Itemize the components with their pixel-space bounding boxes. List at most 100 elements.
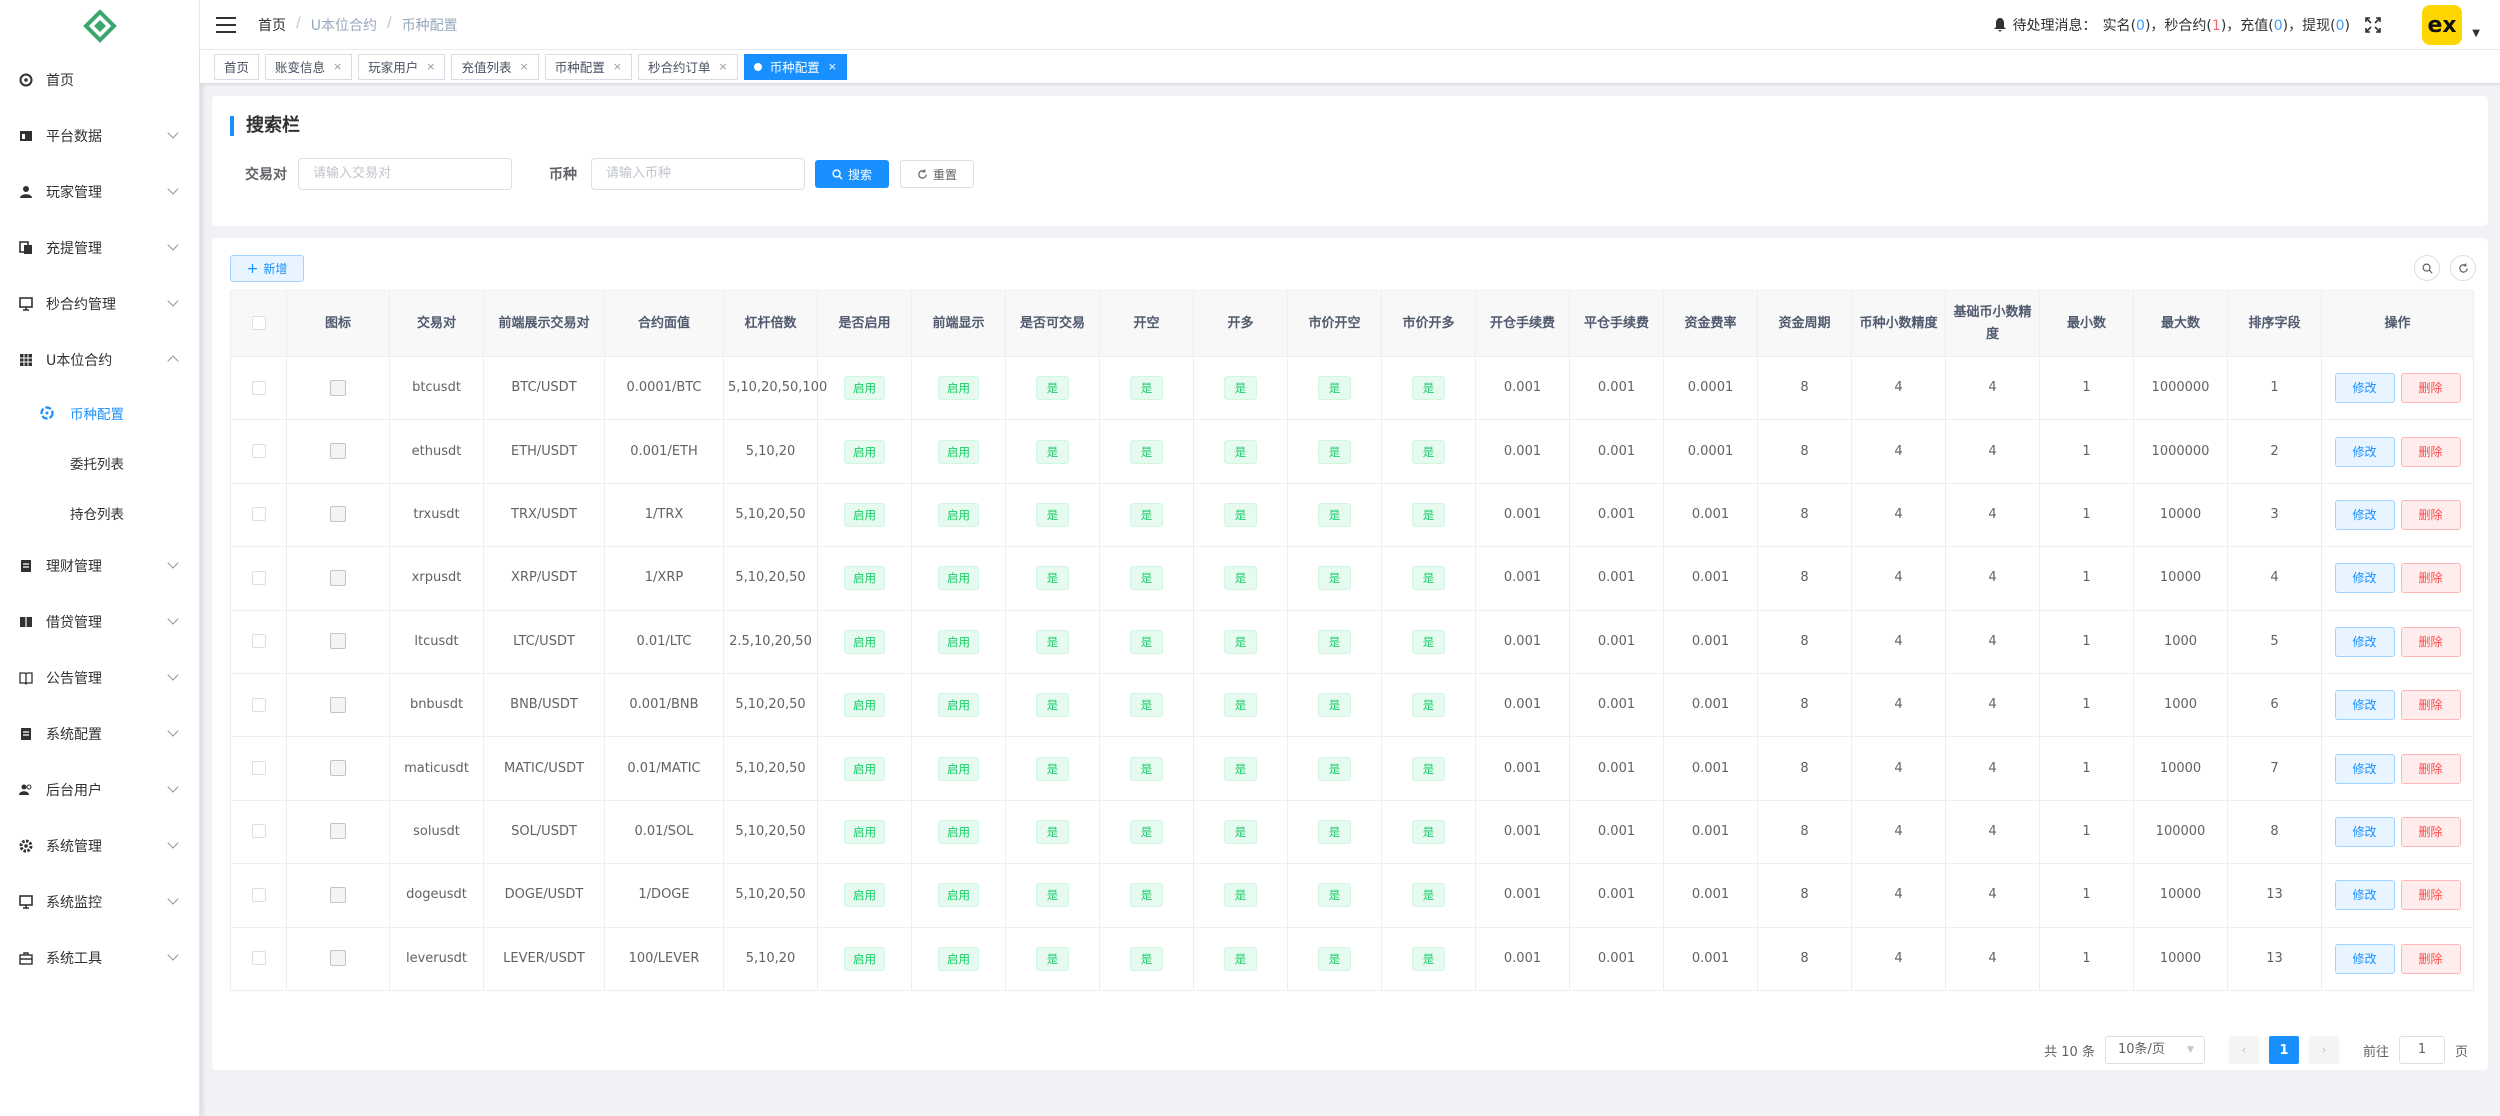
row-select-cell[interactable] [230,926,287,991]
row-select-cell[interactable] [230,799,287,865]
submenu-item-0[interactable]: 币种配置 [0,388,199,438]
pending-notice[interactable]: 待处理消息： 实名(0)，秒合约(1)，充值(0)，提现(0) [1993,15,2382,35]
edit-button[interactable]: 修改 [2334,436,2395,467]
close-icon[interactable]: × [333,60,342,73]
row-checkbox[interactable] [251,761,266,776]
notice-item-3[interactable]: 提现(0) [2302,18,2350,34]
row-select-cell[interactable] [230,609,287,674]
edit-button[interactable]: 修改 [2334,499,2395,530]
row-checkbox[interactable] [251,444,266,459]
row-checkbox[interactable] [251,634,266,649]
row-checkbox[interactable] [251,951,266,966]
caret-down-icon[interactable]: ▼ [2472,28,2480,39]
sidebar-item-10[interactable]: 后台用户 [0,762,199,818]
sidebar-item-7[interactable]: 借贷管理 [0,594,199,650]
delete-button[interactable]: 删除 [2400,880,2461,911]
notice-item-1[interactable]: 秒合约(1)， [2164,18,2240,34]
refresh-table-button[interactable] [2450,255,2476,281]
sidebar-item-0[interactable]: 首页 [0,52,199,108]
edit-button[interactable]: 修改 [2334,563,2395,594]
delete-button[interactable]: 删除 [2400,626,2461,657]
reset-button[interactable]: 重置 [900,160,974,188]
tab-0[interactable]: 首页 [214,53,260,80]
pair-search-input[interactable]: 请输入交易对 [298,158,512,190]
row-checkbox[interactable] [251,697,266,712]
delete-button[interactable]: 删除 [2400,563,2461,594]
tab-2[interactable]: 玩家用户 × [358,53,446,80]
close-icon[interactable]: × [718,60,727,73]
avatar[interactable]: ex [2422,5,2462,45]
edit-button[interactable]: 修改 [2334,880,2395,911]
row-checkbox[interactable] [251,507,266,522]
prev-page-button[interactable]: ‹ [2228,1036,2259,1064]
sidebar-item-4[interactable]: 秒合约管理 [0,276,199,332]
close-icon[interactable]: × [426,60,435,73]
delete-button[interactable]: 删除 [2400,373,2461,404]
row-checkbox[interactable] [251,824,266,839]
tab-5[interactable]: 秒合约订单 × [637,53,738,80]
delete-button[interactable]: 删除 [2400,690,2461,721]
sidebar-item-2[interactable]: 玩家管理 [0,164,199,220]
cell-face: 0.01/LTC [604,609,724,674]
tab-6[interactable]: 币种配置 × [743,53,847,80]
fullscreen-icon[interactable] [2364,16,2382,34]
page-size-select[interactable]: 10条/页 ▼ [2104,1036,2205,1064]
sidebar-item-8[interactable]: 公告管理 [0,650,199,706]
sidebar-item-13[interactable]: 系统工具 [0,930,199,986]
row-checkbox[interactable] [251,887,266,902]
row-select-cell[interactable] [230,863,287,928]
edit-button[interactable]: 修改 [2334,816,2395,847]
delete-button[interactable]: 删除 [2400,499,2461,530]
delete-button[interactable]: 删除 [2400,753,2461,784]
edit-button[interactable]: 修改 [2334,943,2395,974]
sidebar-item-11[interactable]: 系统管理 [0,818,199,874]
delete-button[interactable]: 删除 [2400,436,2461,467]
app-logo[interactable] [0,0,199,52]
notice-item-0[interactable]: 实名(0)， [2103,18,2165,34]
breadcrumb-item-contract[interactable]: U本位合约 [311,15,377,35]
row-select-cell[interactable] [230,736,287,801]
coin-search-input[interactable]: 请输入币种 [591,158,805,190]
book-icon [18,614,34,630]
row-select-cell[interactable] [230,355,287,421]
edit-button[interactable]: 修改 [2334,626,2395,657]
row-select-cell[interactable] [230,419,287,484]
row-checkbox[interactable] [251,380,266,395]
row-checkbox[interactable] [251,570,266,585]
sidebar-item-9[interactable]: 系统配置 [0,706,199,762]
edit-button[interactable]: 修改 [2334,690,2395,721]
edit-button[interactable]: 修改 [2334,753,2395,784]
submenu-item-1[interactable]: 委托列表 [0,438,199,488]
tab-4[interactable]: 币种配置 × [544,53,632,80]
delete-button[interactable]: 删除 [2400,943,2461,974]
sidebar-item-1[interactable]: 平台数据 [0,108,199,164]
hamburger-icon[interactable] [216,16,236,33]
goto-page-input[interactable]: 1 [2398,1036,2445,1064]
cell-yes: 是 [1193,419,1288,484]
close-icon[interactable]: × [828,60,837,73]
page-number-current[interactable]: 1 [2268,1036,2299,1064]
select-all-checkbox[interactable] [251,316,266,330]
delete-button[interactable]: 删除 [2400,816,2461,847]
add-button[interactable]: + 新增 [230,255,304,282]
sidebar-item-12[interactable]: 系统监控 [0,874,199,930]
submenu-item-2[interactable]: 持仓列表 [0,488,199,538]
select-all-cell[interactable] [230,290,287,357]
sidebar-item-3[interactable]: 充提管理 [0,220,199,276]
toggle-search-button[interactable] [2414,255,2440,281]
cell-enabled: 启用 [911,926,1006,991]
edit-button[interactable]: 修改 [2334,373,2395,404]
tab-3[interactable]: 充值列表 × [451,53,539,80]
next-page-button[interactable]: › [2308,1036,2339,1064]
row-select-cell[interactable] [230,482,287,548]
breadcrumb-item-home[interactable]: 首页 [258,15,286,35]
row-select-cell[interactable] [230,546,287,611]
tab-1[interactable]: 账变信息 × [265,53,353,80]
close-icon[interactable]: × [613,60,622,73]
search-button[interactable]: 搜索 [815,160,889,188]
notice-item-2[interactable]: 充值(0)， [2240,18,2302,34]
row-select-cell[interactable] [230,672,287,738]
sidebar-item-6[interactable]: 理财管理 [0,538,199,594]
close-icon[interactable]: × [520,60,529,73]
sidebar-item-5[interactable]: U本位合约 [0,332,199,388]
